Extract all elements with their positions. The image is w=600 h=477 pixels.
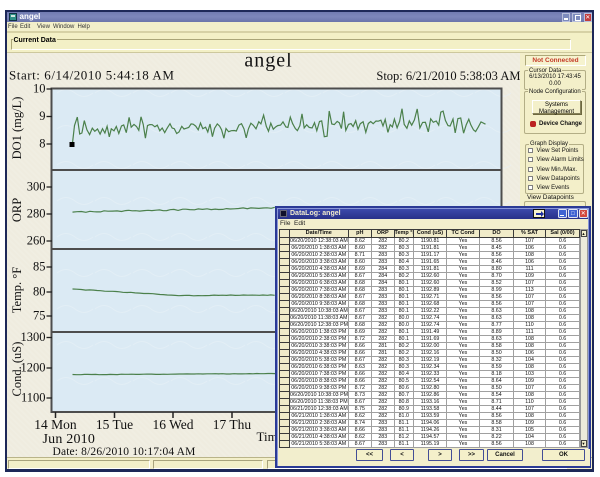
svg-text:10: 10	[33, 82, 46, 96]
svg-text:14 Mon: 14 Mon	[34, 417, 77, 432]
svg-text:85: 85	[33, 260, 46, 274]
svg-text:8: 8	[39, 137, 45, 151]
svg-text:Cond. (uS): Cond. (uS)	[10, 342, 24, 397]
svg-text:Stop: 6/21/2010 5:38:03 AM: Stop: 6/21/2010 5:38:03 AM	[376, 69, 520, 83]
svg-text:1100: 1100	[20, 391, 45, 405]
svg-text:17 Thu: 17 Thu	[212, 417, 251, 432]
svg-text:260: 260	[26, 234, 45, 248]
svg-text:Start: 6/14/2010 5:44:18 AM: Start: 6/14/2010 5:44:18 AM	[9, 68, 174, 83]
svg-text:16 Wed: 16 Wed	[152, 417, 193, 432]
svg-text:300: 300	[26, 180, 45, 194]
svg-text:ORP: ORP	[10, 198, 24, 222]
svg-text:75: 75	[33, 309, 46, 323]
svg-text:Temp. °F: Temp. °F	[10, 267, 24, 314]
svg-text:Jun 2010: Jun 2010	[42, 432, 95, 447]
svg-text:angel: angel	[244, 53, 292, 72]
svg-text:9: 9	[39, 109, 45, 123]
svg-text:15 Tue: 15 Tue	[95, 417, 132, 432]
svg-text:280: 280	[26, 207, 45, 221]
svg-text:DO1 (mg/L): DO1 (mg/L)	[10, 97, 24, 160]
svg-text:80: 80	[33, 285, 46, 299]
svg-text:Date: 8/26/2010 10:17:04 AM: Date: 8/26/2010 10:17:04 AM	[52, 446, 195, 457]
svg-text:1200: 1200	[20, 361, 45, 375]
svg-text:1300: 1300	[20, 330, 45, 344]
